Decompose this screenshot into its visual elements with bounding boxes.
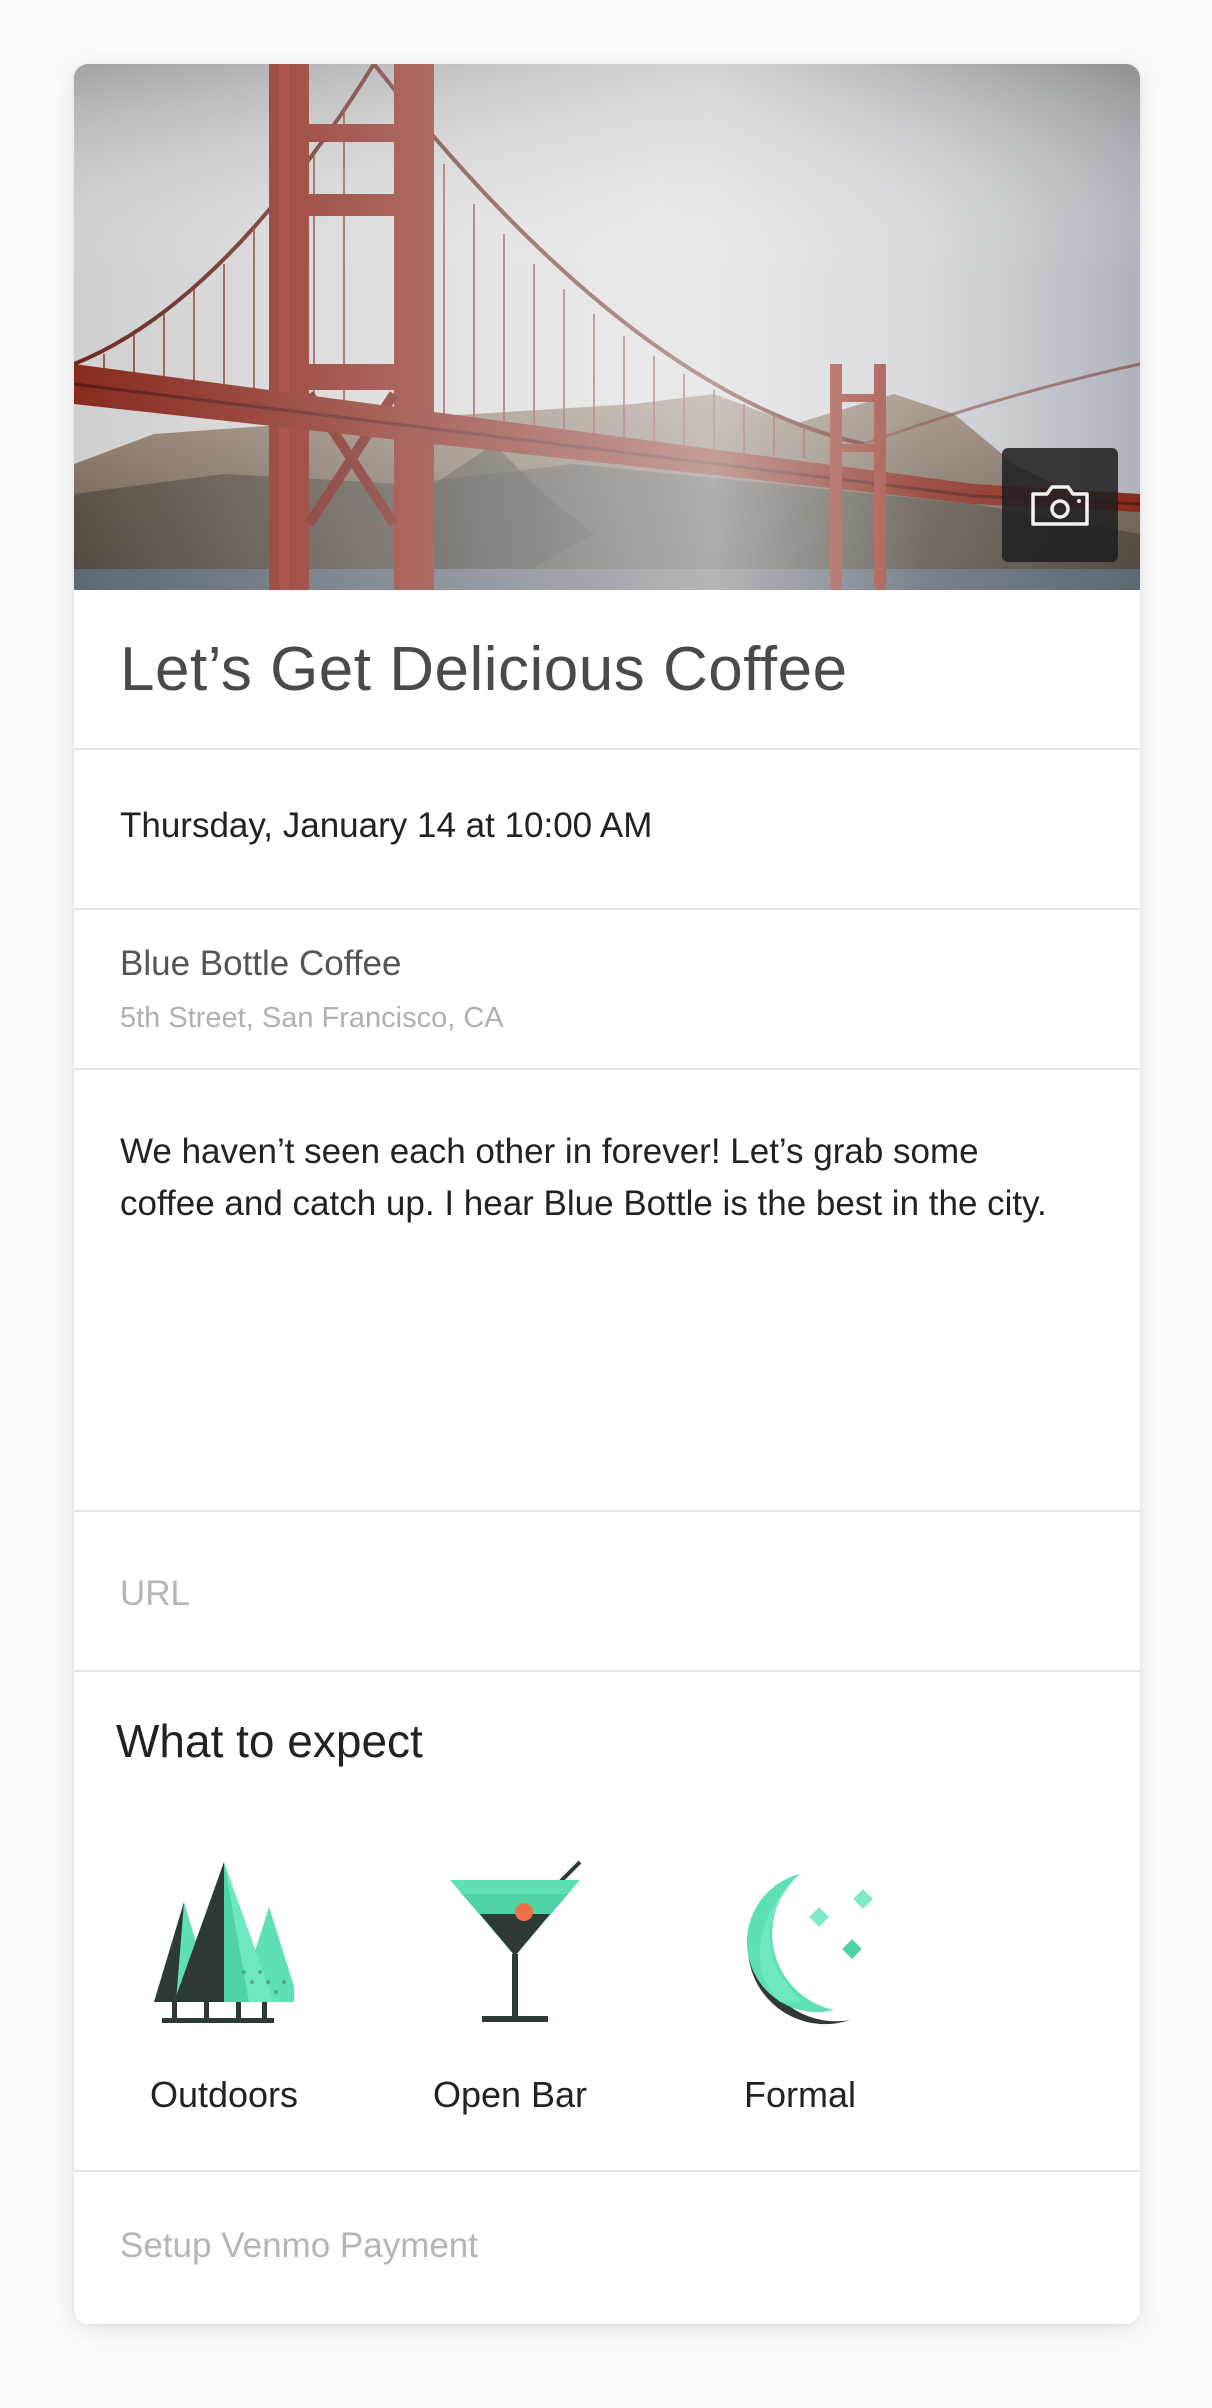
option-label-open-bar: Open Bar (432, 2074, 588, 2115)
setup-venmo-payment-link[interactable]: Setup Venmo Payment (120, 2226, 478, 2266)
expect-option-formal[interactable]: Formal (690, 1852, 910, 2122)
url-input[interactable] (120, 1564, 1080, 1624)
camera-icon (1031, 485, 1089, 526)
event-title[interactable]: Let’s Get Delicious Coffee (120, 634, 848, 705)
event-url-field[interactable] (74, 1512, 1140, 1672)
event-title-field[interactable]: Let’s Get Delicious Coffee (74, 590, 1140, 750)
moon-icon (746, 1874, 873, 2025)
event-date-field[interactable]: Thursday, January 14 at 10:00 AM (74, 750, 1140, 910)
what-to-expect-heading: What to expect (116, 1715, 423, 1767)
venmo-payment-section: Setup Venmo Payment (74, 2172, 1140, 2324)
location-address: 5th Street, San Francisco, CA (120, 1002, 504, 1034)
event-description-field[interactable]: We haven’t seen each other in forever! L… (74, 1070, 1140, 1512)
cover-photo (74, 64, 1140, 590)
what-to-expect-section: What to expect Outdoors Open Bar Formal (74, 1672, 1140, 2172)
cocktail-icon (450, 1860, 582, 2022)
event-card: Let’s Get Delicious Coffee Thursday, Jan… (74, 64, 1140, 2324)
expect-option-open-bar[interactable]: Open Bar (400, 1852, 620, 2122)
option-label-outdoors: Outdoors (149, 2074, 299, 2115)
expect-option-outdoors[interactable]: Outdoors (114, 1852, 334, 2122)
change-cover-photo-button[interactable] (1002, 448, 1118, 562)
location-name: Blue Bottle Coffee (120, 944, 402, 983)
event-datetime[interactable]: Thursday, January 14 at 10:00 AM (120, 806, 652, 846)
golden-gate-bridge-image (74, 64, 1140, 590)
trees-icon (154, 1862, 294, 2023)
event-description[interactable]: We haven’t seen each other in forever! L… (120, 1126, 1080, 1230)
option-label-formal: Formal (743, 2074, 856, 2115)
event-location-field[interactable]: Blue Bottle Coffee 5th Street, San Franc… (74, 910, 1140, 1070)
